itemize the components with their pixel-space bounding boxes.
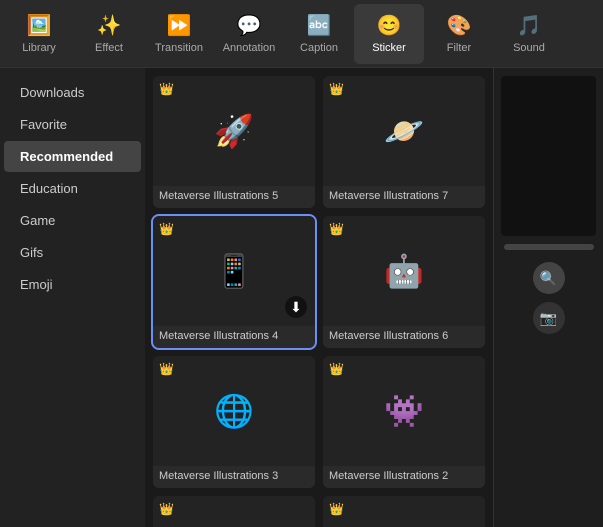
grid-item-0[interactable]: 👑 🚀 Metaverse Illustrations 5 [153,76,315,208]
download-icon[interactable]: ⬇ [285,296,307,318]
toolbar-icon-sound: 🎵 [517,13,542,38]
toolbar-item-effect[interactable]: ✨ Effect [74,4,144,64]
sticker-grid: 👑 🚀 Metaverse Illustrations 5 👑 🪐 Metave… [153,76,485,527]
preview-area [501,76,596,236]
toolbar-item-library[interactable]: 🖼️ Library [4,4,74,64]
sticker-art-4: 🌐 [194,371,274,451]
crown-icon-6: 👑 [159,502,174,516]
toolbar-icon-transition: ⏩ [167,13,192,38]
toolbar-item-sticker[interactable]: 😊 Sticker [354,4,424,64]
toolbar: 🖼️ Library ✨ Effect ⏩ Transition 💬 Annot… [0,0,603,68]
thumb-1: 👑 🪐 [323,76,485,186]
toolbar-label-caption: Caption [300,42,338,54]
sticker-label-1: Metaverse Illustrations 7 [323,186,485,208]
toolbar-label-sticker: Sticker [372,42,406,54]
grid-item-7[interactable]: 👑 🎭 Mask Man [323,496,485,527]
sidebar-item-game[interactable]: Game [4,205,141,236]
toolbar-icon-filter: 🎨 [447,13,472,38]
sticker-label-3: Metaverse Illustrations 6 [323,326,485,348]
sticker-art-0: 🚀 [194,91,274,171]
right-panel: 🔍 📷 [493,68,603,527]
sticker-label-4: Metaverse Illustrations 3 [153,466,315,488]
toolbar-label-annotation: Annotation [223,42,276,54]
sidebar-item-emoji[interactable]: Emoji [4,269,141,300]
thumb-0: 👑 🚀 [153,76,315,186]
toolbar-item-transition[interactable]: ⏩ Transition [144,4,214,64]
crown-icon-3: 👑 [329,222,344,236]
sidebar-item-recommended[interactable]: Recommended [4,141,141,172]
crown-icon-4: 👑 [159,362,174,376]
grid-item-1[interactable]: 👑 🪐 Metaverse Illustrations 7 [323,76,485,208]
sticker-art-3: 🤖 [364,231,444,311]
sidebar-item-favorite[interactable]: Favorite [4,109,141,140]
sidebar: DownloadsFavoriteRecommendedEducationGam… [0,68,145,527]
sidebar-item-downloads[interactable]: Downloads [4,77,141,108]
toolbar-label-transition: Transition [155,42,203,54]
crown-icon-0: 👑 [159,82,174,96]
thumb-7: 👑 🎭 [323,496,485,527]
sidebar-item-education[interactable]: Education [4,173,141,204]
toolbar-icon-caption: 🔤 [307,13,332,38]
crown-icon-7: 👑 [329,502,344,516]
toolbar-label-library: Library [22,42,56,54]
grid-item-6[interactable]: 👑 💻 Metaverse Illustrations 1 [153,496,315,527]
grid-item-2[interactable]: 👑 📱 ⬇ Metaverse Illustrations 4 [153,216,315,348]
toolbar-icon-effect: ✨ [97,13,122,38]
toolbar-label-effect: Effect [95,42,123,54]
toolbar-item-sound[interactable]: 🎵 Sound [494,4,564,64]
toolbar-item-filter[interactable]: 🎨 Filter [424,4,494,64]
main-area: DownloadsFavoriteRecommendedEducationGam… [0,68,603,527]
toolbar-icon-annotation: 💬 [237,13,262,38]
toolbar-icon-library: 🖼️ [27,13,52,38]
toolbar-icon-sticker: 😊 [377,13,402,38]
thumb-2: 👑 📱 ⬇ [153,216,315,326]
crown-icon-5: 👑 [329,362,344,376]
thumb-3: 👑 🤖 [323,216,485,326]
toolbar-label-filter: Filter [447,42,471,54]
crown-icon-2: 👑 [159,222,174,236]
sidebar-item-gifs[interactable]: Gifs [4,237,141,268]
sticker-art-7: 🎭 [364,511,444,527]
toolbar-label-sound: Sound [513,42,545,54]
toolbar-item-caption[interactable]: 🔤 Caption [284,4,354,64]
grid-item-5[interactable]: 👑 👾 Metaverse Illustrations 2 [323,356,485,488]
grid-item-4[interactable]: 👑 🌐 Metaverse Illustrations 3 [153,356,315,488]
sticker-art-2: 📱 [194,231,274,311]
sticker-label-2: Metaverse Illustrations 4 [153,326,315,348]
toolbar-item-annotation[interactable]: 💬 Annotation [214,4,284,64]
timeline-bar [504,244,594,250]
camera-icon[interactable]: 📷 [533,302,565,334]
crown-icon-1: 👑 [329,82,344,96]
sticker-art-5: 👾 [364,371,444,451]
sticker-art-6: 💻 [194,511,274,527]
content-grid-area: 👑 🚀 Metaverse Illustrations 5 👑 🪐 Metave… [145,68,493,527]
grid-item-3[interactable]: 👑 🤖 Metaverse Illustrations 6 [323,216,485,348]
thumb-5: 👑 👾 [323,356,485,466]
sticker-label-0: Metaverse Illustrations 5 [153,186,315,208]
thumb-6: 👑 💻 [153,496,315,527]
thumb-4: 👑 🌐 [153,356,315,466]
sticker-label-5: Metaverse Illustrations 2 [323,466,485,488]
search-icon[interactable]: 🔍 [533,262,565,294]
sticker-art-1: 🪐 [364,91,444,171]
right-panel-icons: 🔍 📷 [533,262,565,334]
